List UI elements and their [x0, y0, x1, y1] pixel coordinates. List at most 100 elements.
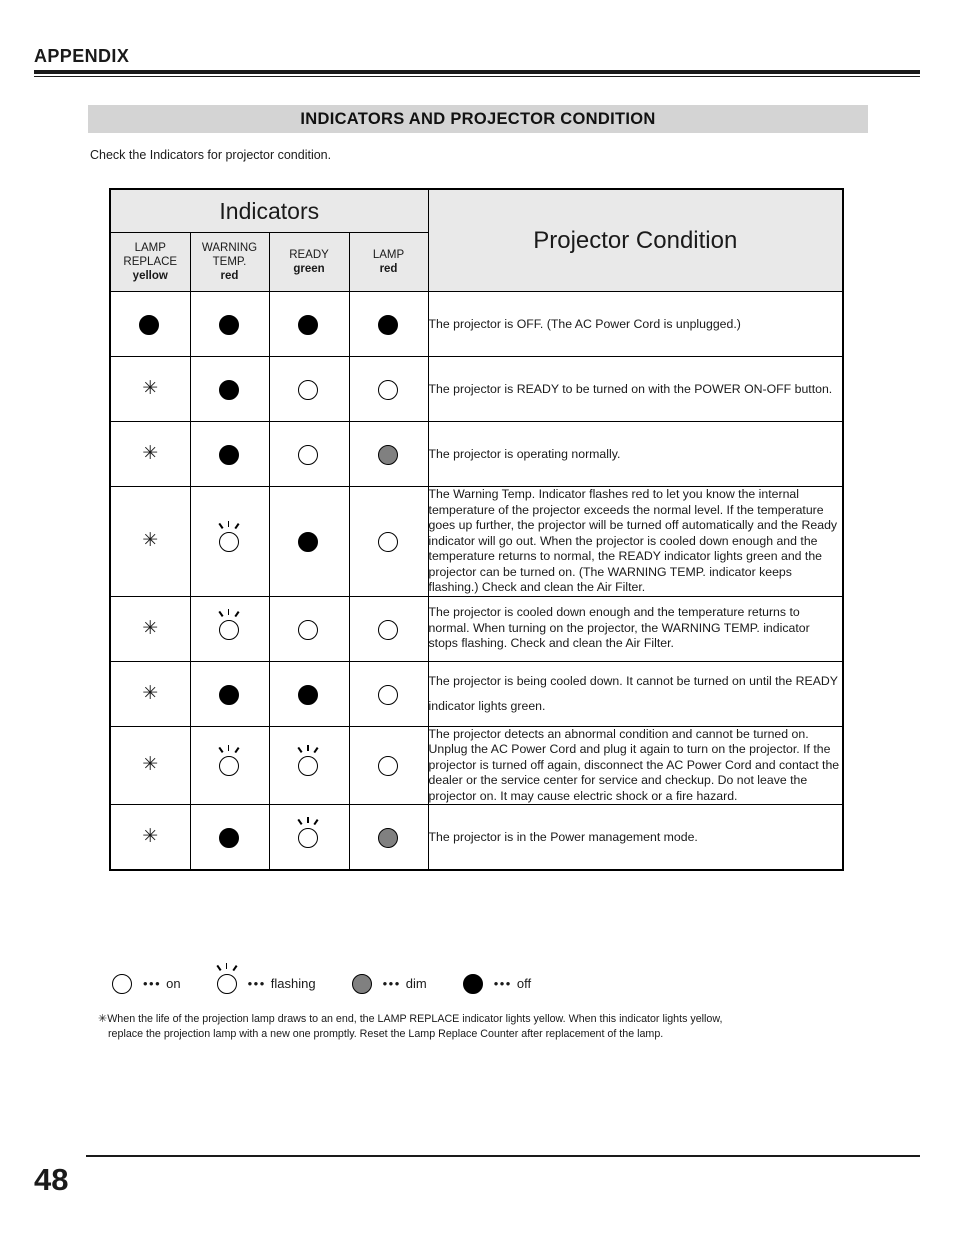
indicator-flashing-icon	[296, 745, 322, 778]
legend-dots: •••	[493, 975, 512, 991]
footnote-line-2: replace the projection lamp with a new o…	[108, 1028, 664, 1040]
cell-lamp	[348, 486, 429, 597]
indicators-condition-table: Indicators Projector Condition LAMP REPL…	[109, 188, 845, 871]
legend-item-flashing: ••• flashing	[215, 963, 316, 996]
cell-condition-text: The projector is being cooled down. It c…	[427, 660, 844, 727]
column-header-ready: READY green	[268, 232, 350, 292]
flash-ray-icon	[313, 747, 319, 754]
running-head-title: APPENDIX	[34, 46, 130, 66]
cell-condition-text: The projector is in the Power management…	[427, 804, 844, 871]
footnote-line-1: When the life of the projection lamp dra…	[107, 1013, 723, 1025]
cell-condition-text: The projector is READY to be turned on w…	[427, 356, 844, 422]
flash-ray-icon	[313, 819, 319, 825]
indicator-off-icon	[217, 681, 243, 707]
head-rule-thin	[34, 76, 920, 77]
cell-condition-text: The projector is cooled down enough and …	[427, 595, 844, 662]
flash-ray-icon	[217, 610, 223, 617]
section-title: INDICATORS AND PROJECTOR CONDITION	[300, 109, 656, 128]
cell-ready	[268, 804, 350, 871]
cell-lamp	[348, 660, 429, 727]
indicator-off-icon	[217, 824, 243, 850]
column-header-warning-temp: WARNING TEMP. red	[189, 232, 270, 292]
table-row: ✳ The projector is in the Power managemen…	[109, 804, 844, 871]
table-row: ✳ The projector detects an abnormal condi…	[109, 725, 844, 805]
indicator-off-icon	[461, 970, 487, 996]
asterisk-footnote-icon: ✳	[142, 616, 159, 639]
asterisk-footnote-icon: ✳	[142, 442, 159, 464]
asterisk-footnote-icon: ✳	[142, 753, 159, 776]
legend-item-off: ••• off	[461, 970, 531, 996]
flash-ray-icon	[227, 745, 230, 752]
flash-ray-icon	[227, 608, 230, 615]
indicator-off-icon	[376, 311, 402, 337]
indicator-disc	[298, 380, 318, 400]
cell-lamp-replace: ✳	[109, 725, 191, 805]
indicator-on-icon	[376, 616, 402, 642]
indicator-disc	[298, 756, 318, 777]
legend-item-dim: ••• dim	[350, 970, 427, 996]
cell-lamp	[348, 595, 429, 662]
indicator-flashing-icon	[217, 608, 243, 642]
footnote: ✳When the life of the projection lamp dr…	[98, 1011, 848, 1042]
indicator-disc	[216, 974, 237, 994]
cell-warning-temp	[189, 660, 270, 727]
indicator-dim-icon	[376, 824, 402, 850]
indicator-on-icon	[376, 752, 402, 778]
cell-lamp-replace: ✳	[109, 804, 191, 871]
section-title-banner: INDICATORS AND PROJECTOR CONDITION	[88, 105, 868, 133]
indicator-disc	[298, 828, 318, 848]
cell-condition-text: The projector is operating normally.	[427, 421, 844, 487]
indicator-flashing-icon	[217, 521, 243, 554]
cell-ready	[268, 595, 350, 662]
indicator-flashing-icon	[215, 963, 241, 996]
page-footer: 48	[34, 1155, 920, 1197]
indicator-disc	[377, 380, 398, 400]
table-header-row-group: Indicators Projector Condition	[109, 188, 844, 292]
indicator-off-icon	[296, 528, 322, 554]
symbol-legend: ••• on ••• flashing ••• dim ••• off	[110, 963, 565, 996]
cell-lamp	[348, 356, 429, 422]
intro-text: Check the Indicators for projector condi…	[90, 148, 332, 162]
indicator-on-icon	[376, 376, 402, 402]
projector-condition-header: Projector Condition	[427, 188, 844, 292]
indicator-flashing-icon	[217, 745, 243, 778]
indicator-disc	[139, 315, 160, 335]
indicator-dim-icon	[350, 970, 376, 996]
indicator-disc	[218, 445, 239, 465]
legend-label: on	[166, 975, 181, 991]
legend-item-on: ••• on	[110, 970, 181, 996]
cell-lamp	[348, 804, 429, 871]
cell-condition-text: The projector is OFF. (The AC Power Cord…	[427, 291, 844, 357]
indicator-dim-icon	[376, 441, 402, 467]
flash-ray-icon	[307, 745, 309, 752]
indicator-disc	[218, 380, 239, 400]
cell-ready	[268, 356, 350, 422]
table-row: ✳ The projector is READY to be turned on …	[109, 356, 844, 422]
cell-warning-temp	[189, 486, 270, 597]
cell-condition-text: The Warning Temp. Indicator flashes red …	[427, 486, 844, 597]
flash-ray-icon	[232, 965, 237, 971]
indicator-disc	[298, 684, 318, 705]
legend-dots: •••	[382, 975, 401, 991]
flash-ray-icon	[307, 817, 309, 823]
indicator-disc	[462, 974, 483, 994]
running-head: APPENDIX	[34, 44, 920, 77]
table-body: The projector is OFF. (The AC Power Cord…	[109, 291, 844, 871]
legend-label: flashing	[270, 975, 316, 991]
legend-label: off	[516, 975, 532, 991]
cell-lamp	[348, 725, 429, 805]
indicator-disc	[377, 756, 398, 777]
indicator-on-icon	[376, 681, 402, 707]
indicator-disc	[112, 974, 132, 994]
indicator-on-icon	[296, 616, 322, 642]
flash-ray-icon	[233, 747, 239, 754]
cell-condition-text: The projector detects an abnormal condit…	[427, 725, 844, 805]
cell-ready	[268, 660, 350, 727]
flash-ray-icon	[297, 747, 303, 754]
cell-ready	[268, 421, 350, 487]
indicator-on-icon	[296, 441, 322, 467]
flash-ray-icon	[216, 965, 221, 971]
cell-ready	[268, 486, 350, 597]
indicator-off-icon	[217, 441, 243, 467]
indicator-disc	[377, 828, 398, 848]
